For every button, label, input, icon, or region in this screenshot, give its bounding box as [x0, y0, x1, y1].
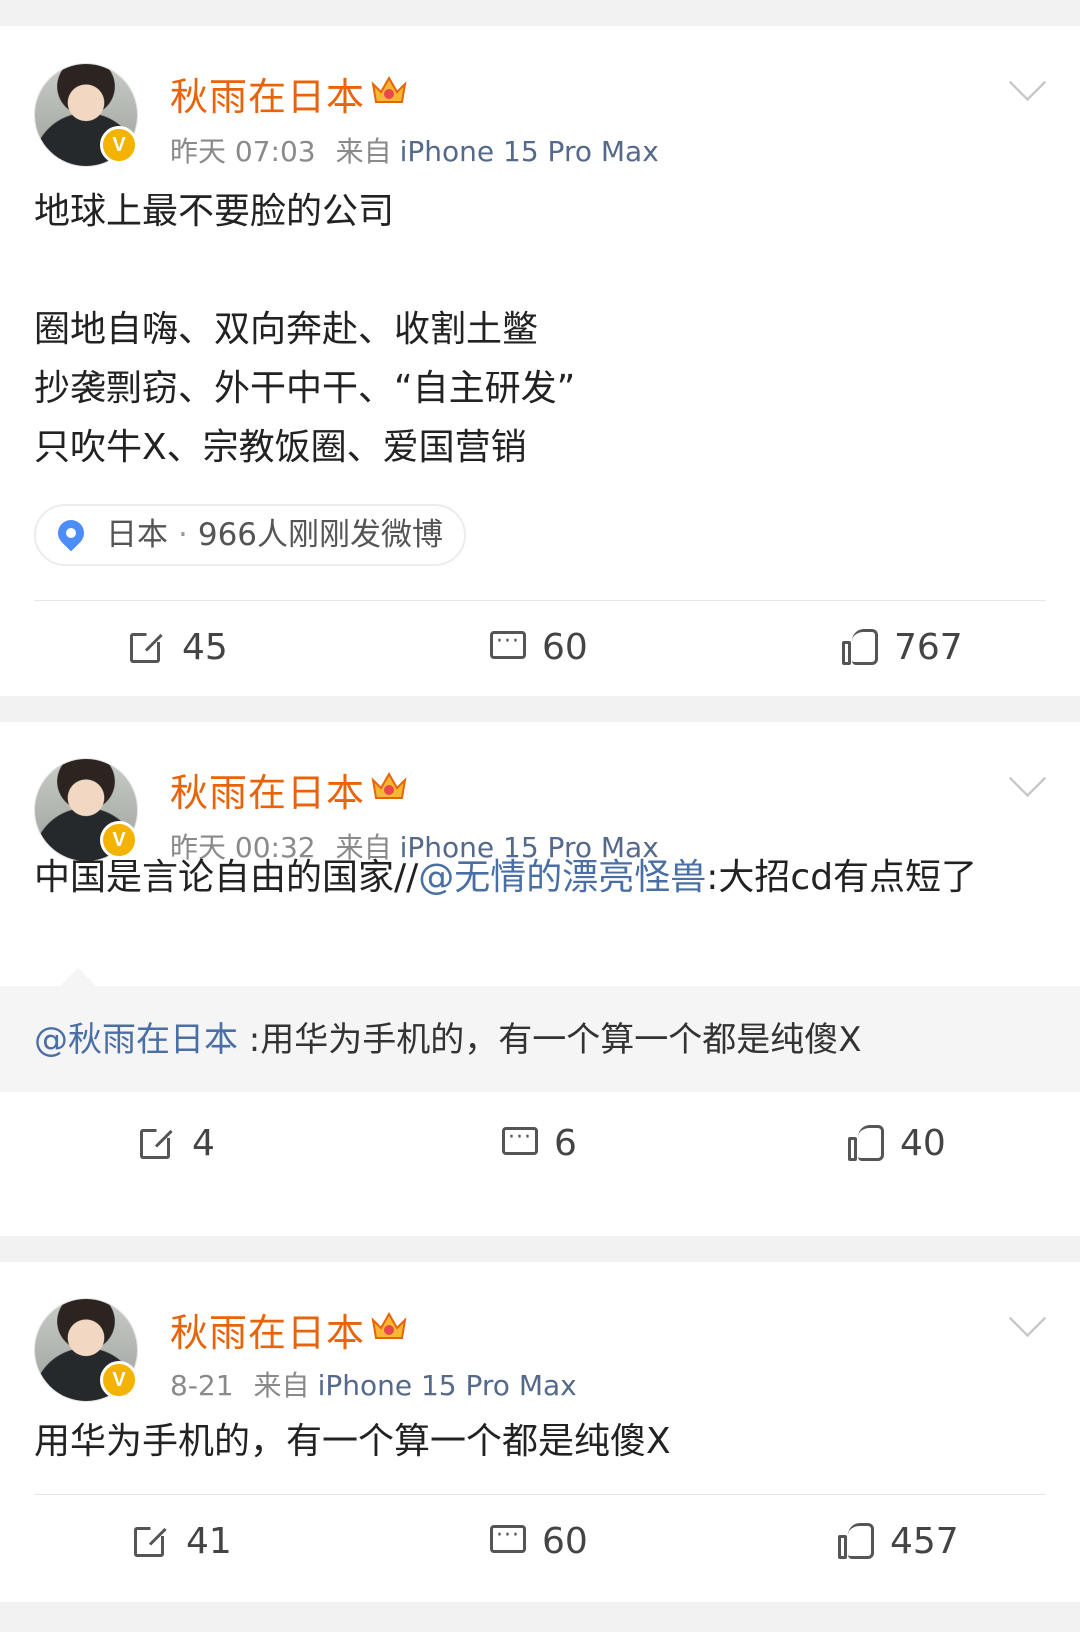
like-icon	[836, 1521, 876, 1561]
repost-count: 41	[186, 1520, 232, 1562]
chevron-down-icon[interactable]	[1008, 759, 1047, 798]
post-time: 昨天 07:03	[170, 135, 316, 168]
post-text: 地球上最不要脸的公司 圈地自嗨、双向奔赴、收割土鳖 抄袭剽窃、外干中干、“自主研…	[34, 182, 1046, 477]
post-card-2: V 秋雨在日本 昨天 00:32 来自 iPhone 15 Pro Max 中国是言…	[0, 722, 1080, 1236]
post-text-before: 中国是言论自由的国家//	[34, 857, 419, 898]
repost-count: 4	[192, 1122, 215, 1164]
weibo-feed: V 秋雨在日本 昨天 07:03 来自 iPhone 15 Pro Max 地球上最…	[0, 0, 1080, 1632]
comment-count: 60	[542, 1520, 588, 1562]
source-label: 来自	[253, 1369, 310, 1402]
comment-icon	[488, 627, 528, 667]
repost-button[interactable]: 4	[138, 1098, 215, 1188]
repost-mention-link[interactable]: @秋雨在日本	[34, 1020, 238, 1060]
crown-icon	[371, 75, 407, 103]
author-name[interactable]: 秋雨在日本	[170, 1302, 365, 1357]
share-icon	[128, 627, 168, 667]
verified-badge-icon: V	[100, 126, 138, 164]
like-icon	[846, 1123, 886, 1163]
crown-icon	[371, 1311, 407, 1339]
location-info: 966人刚刚发微博	[197, 517, 444, 553]
post-line: 圈地自嗨、双向奔赴、收割土鳖	[34, 309, 539, 350]
author-name[interactable]: 秋雨在日本	[170, 762, 365, 817]
comment-button[interactable]: 60	[488, 602, 588, 692]
action-bar: 41 60 457	[0, 1496, 1080, 1586]
comment-count: 6	[554, 1122, 577, 1164]
post-text-after: :大招cd有点短了	[706, 857, 978, 898]
source-label: 来自	[335, 135, 392, 168]
verified-badge-icon: V	[100, 1361, 138, 1399]
post-line: 地球上最不要脸的公司	[34, 191, 395, 232]
share-icon	[138, 1123, 178, 1163]
share-icon	[132, 1521, 172, 1561]
device-name[interactable]: iPhone 15 Pro Max	[318, 1369, 577, 1402]
location-tag[interactable]: 日本 · 966人刚刚发微博	[34, 504, 466, 566]
action-bar: 45 60 767	[0, 602, 1080, 692]
comment-count: 60	[542, 626, 588, 668]
divider	[34, 1494, 1046, 1495]
comment-icon	[488, 1521, 528, 1561]
like-count: 40	[900, 1122, 946, 1164]
mention-link[interactable]: @无情的漂亮怪兽	[418, 857, 706, 898]
post-time: 8-21	[170, 1369, 234, 1402]
divider	[34, 600, 1046, 601]
device-name[interactable]: iPhone 15 Pro Max	[400, 135, 659, 168]
repost-quote[interactable]: @秋雨在日本 :用华为手机的，有一个算一个都是纯傻X	[0, 968, 1080, 1092]
chevron-down-icon[interactable]	[1008, 63, 1047, 102]
post-line-blank	[34, 241, 1046, 300]
post-line: 抄袭剽窃、外干中干、“自主研发”	[34, 368, 576, 409]
like-button[interactable]: 457	[836, 1496, 959, 1586]
crown-icon	[371, 771, 407, 799]
comment-button[interactable]: 6	[500, 1098, 577, 1188]
like-button[interactable]: 767	[840, 602, 963, 692]
action-bar: 4 6 40	[0, 1098, 1080, 1188]
repost-count: 45	[182, 626, 228, 668]
like-count: 767	[894, 626, 963, 668]
repost-button[interactable]: 45	[128, 602, 228, 692]
location-place: 日本	[106, 517, 168, 553]
comment-button[interactable]: 60	[488, 1496, 588, 1586]
location-separator: ·	[178, 517, 188, 553]
author-name[interactable]: 秋雨在日本	[170, 66, 365, 121]
repost-notch	[60, 968, 96, 986]
post-card-1: V 秋雨在日本 昨天 07:03 来自 iPhone 15 Pro Max 地球上最…	[0, 26, 1080, 696]
post-text: 中国是言论自由的国家//@无情的漂亮怪兽:大招cd有点短了	[34, 848, 1046, 907]
comment-icon	[500, 1123, 540, 1163]
like-count: 457	[890, 1520, 959, 1562]
post-meta: 8-21 来自 iPhone 15 Pro Max	[170, 1364, 577, 1404]
like-button[interactable]: 40	[846, 1098, 946, 1188]
location-pin-icon	[52, 514, 90, 552]
chevron-down-icon[interactable]	[1008, 1299, 1047, 1338]
post-text: 用华为手机的，有一个算一个都是纯傻X	[34, 1421, 671, 1462]
repost-text: :用华为手机的，有一个算一个都是纯傻X	[238, 1020, 862, 1060]
repost-button[interactable]: 41	[132, 1496, 232, 1586]
post-card-3: V 秋雨在日本 8-21 来自 iPhone 15 Pro Max 用华为手机的，有…	[0, 1262, 1080, 1602]
post-meta: 昨天 07:03 来自 iPhone 15 Pro Max	[170, 130, 659, 170]
post-line: 只吹牛X、宗教饭圈、爱国营销	[34, 427, 527, 468]
like-icon	[840, 627, 880, 667]
